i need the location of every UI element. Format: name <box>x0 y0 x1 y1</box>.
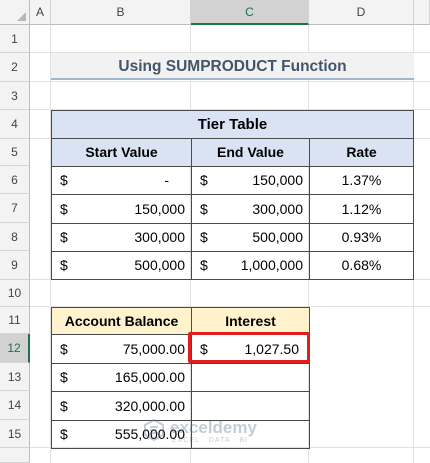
header-account-balance[interactable]: Account Balance <box>51 307 192 335</box>
currency-symbol: $ <box>60 257 68 273</box>
rate-cell[interactable]: 1.37% <box>309 166 414 195</box>
end-value: 150,000 <box>252 172 303 188</box>
interest-cell[interactable] <box>191 391 310 421</box>
start-value: - <box>164 172 169 188</box>
tier-table-caption[interactable]: Tier Table <box>51 110 414 139</box>
end-value-cell[interactable]: $ 300,000 <box>191 194 310 224</box>
active-cell-highlight <box>188 332 310 363</box>
currency-symbol: $ <box>60 172 68 188</box>
header-end-value[interactable]: End Value <box>191 138 310 167</box>
row-header-11[interactable]: 11 <box>0 307 30 334</box>
row-header-10[interactable]: 10 <box>0 280 30 307</box>
rate-cell[interactable]: 1.12% <box>309 194 414 224</box>
header-rate[interactable]: Rate <box>309 138 414 167</box>
currency-symbol: $ <box>200 172 208 188</box>
rate-cell[interactable]: 0.68% <box>309 251 414 280</box>
select-all-corner[interactable] <box>0 0 30 25</box>
header-interest[interactable]: Interest <box>191 307 310 335</box>
watermark-tagline: EXCEL · DATA · BI <box>172 437 248 444</box>
currency-symbol: $ <box>60 229 68 245</box>
interest-cell[interactable] <box>191 363 310 392</box>
column-header-c[interactable]: C <box>191 0 309 25</box>
gridline <box>30 81 430 82</box>
row-header-1[interactable]: 1 <box>0 25 30 53</box>
start-value-cell[interactable]: $ 500,000 <box>51 251 192 280</box>
currency-symbol: $ <box>60 369 68 385</box>
currency-symbol: $ <box>60 201 68 217</box>
row-header-5[interactable]: 5 <box>0 139 30 166</box>
start-value-cell[interactable]: $ 150,000 <box>51 194 192 224</box>
row-header-6[interactable]: 6 <box>0 166 30 194</box>
currency-symbol: $ <box>60 398 68 414</box>
watermark: exceldemy EXCEL · DATA · BI <box>142 418 290 446</box>
row-header-13[interactable]: 13 <box>0 363 30 391</box>
account-balance-cell[interactable]: $ 75,000.00 <box>51 334 192 364</box>
row-header-12[interactable]: 12 <box>0 334 30 363</box>
row-header-3[interactable]: 3 <box>0 82 30 110</box>
start-value: 500,000 <box>134 257 185 273</box>
start-value: 300,000 <box>134 229 185 245</box>
watermark-logo-icon <box>144 418 164 442</box>
account-balance-value: 320,000.00 <box>114 398 185 414</box>
account-balance-cell[interactable]: $ 320,000.00 <box>51 391 192 421</box>
end-value-cell[interactable]: $ 1,000,000 <box>191 251 310 280</box>
end-value: 300,000 <box>252 201 303 217</box>
end-value-cell[interactable]: $ 500,000 <box>191 223 310 252</box>
start-value: 150,000 <box>134 201 185 217</box>
column-header-e[interactable] <box>414 0 430 25</box>
row-header-16[interactable] <box>0 448 30 463</box>
column-header-a[interactable]: A <box>30 0 51 25</box>
rate-value: 1.12% <box>341 201 382 217</box>
currency-symbol: $ <box>200 257 208 273</box>
row-header-8[interactable]: 8 <box>0 223 30 251</box>
row-header-14[interactable]: 14 <box>0 391 30 420</box>
sheet-title[interactable]: Using SUMPRODUCT Function <box>51 53 414 80</box>
column-header-b[interactable]: B <box>51 0 191 25</box>
row-header-2[interactable]: 2 <box>0 53 30 82</box>
account-balance-value: 165,000.00 <box>114 369 185 385</box>
currency-symbol: $ <box>200 229 208 245</box>
rate-cell[interactable]: 0.93% <box>309 223 414 252</box>
row-header-4[interactable]: 4 <box>0 110 30 139</box>
currency-symbol: $ <box>60 426 68 442</box>
currency-symbol: $ <box>60 341 68 357</box>
row-header-15[interactable]: 15 <box>0 420 30 448</box>
end-value: 500,000 <box>252 229 303 245</box>
end-value: 1,000,000 <box>240 257 303 273</box>
rate-value: 0.93% <box>341 229 382 245</box>
row-header-7[interactable]: 7 <box>0 194 30 223</box>
account-balance-value: 75,000.00 <box>122 341 185 357</box>
end-value-cell[interactable]: $ 150,000 <box>191 166 310 195</box>
row-header-9[interactable]: 9 <box>0 251 30 280</box>
start-value-cell[interactable]: $ - <box>51 166 192 195</box>
account-balance-cell[interactable]: $ 165,000.00 <box>51 363 192 392</box>
currency-symbol: $ <box>200 201 208 217</box>
start-value-cell[interactable]: $ 300,000 <box>51 223 192 252</box>
watermark-name: exceldemy <box>170 418 257 437</box>
rate-value: 0.68% <box>341 257 382 273</box>
rate-value: 1.37% <box>341 172 382 188</box>
header-start-value[interactable]: Start Value <box>51 138 192 167</box>
column-header-d[interactable]: D <box>309 0 414 25</box>
spreadsheet-grid[interactable]: A B C D 1 2 3 4 5 6 7 8 9 10 11 12 13 14… <box>0 0 430 463</box>
